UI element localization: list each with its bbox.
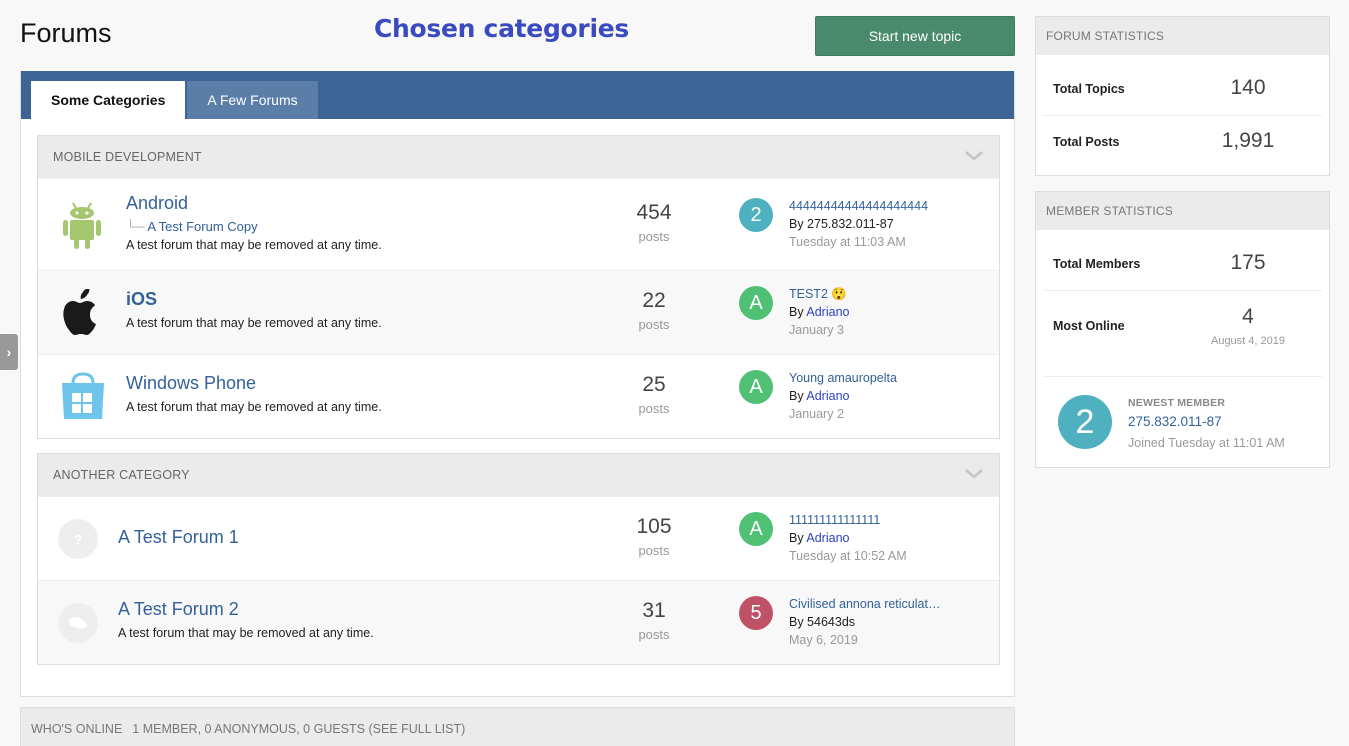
member-statistics-title: MEMBER STATISTICS: [1036, 192, 1329, 230]
newest-member-name[interactable]: 275.832.011-87: [1128, 414, 1222, 429]
post-count-label: posts: [638, 543, 670, 558]
post-count-label: posts: [638, 401, 670, 416]
whos-online-summary: 1 MEMBER, 0 ANONYMOUS, 0 GUESTS: [132, 722, 365, 736]
whos-online-label: WHO'S ONLINE: [31, 722, 123, 736]
see-full-list-link[interactable]: (SEE FULL LIST): [368, 722, 465, 736]
last-post-author: By 275.832.011-87: [789, 217, 894, 231]
forum-title[interactable]: iOS: [126, 289, 157, 310]
avatar[interactable]: 2: [1058, 395, 1112, 449]
chevron-right-icon: ›: [6, 344, 12, 360]
subforum-link[interactable]: └─ A Test Forum Copy: [126, 219, 258, 234]
post-count: 25: [642, 373, 666, 396]
total-members-row: Total Members 175: [1043, 230, 1322, 291]
post-count: 31: [642, 599, 666, 622]
total-posts-label: Total Posts: [1053, 135, 1120, 149]
tab-bar: Some Categories A Few Forums: [21, 71, 1014, 119]
chevron-down-icon[interactable]: [965, 148, 983, 166]
last-post-title[interactable]: 111111111111111: [789, 513, 880, 527]
post-count: 454: [636, 201, 672, 224]
most-online-label: Most Online: [1053, 319, 1125, 333]
most-online-value: 4: [1242, 305, 1254, 328]
post-count: 105: [636, 515, 672, 538]
last-post-title[interactable]: Civilised annona reticulat…: [789, 597, 940, 611]
newest-member: 2 NEWEST MEMBER 275.832.011-87 Joined Tu…: [1036, 377, 1329, 469]
forum-statistics-box: FORUM STATISTICS Total Topics 140 Total …: [1035, 16, 1330, 176]
last-post-author: By Adriano: [789, 531, 850, 545]
apple-icon: [60, 288, 104, 342]
total-posts-row: Total Posts 1,991: [1043, 116, 1322, 175]
total-topics-row: Total Topics 140: [1043, 55, 1322, 116]
avatar[interactable]: A: [739, 370, 773, 404]
last-post-date: January 3: [789, 323, 844, 337]
last-post-date: May 6, 2019: [789, 633, 858, 647]
tab-a-few-forums[interactable]: A Few Forums: [187, 81, 318, 119]
post-count: 22: [642, 289, 666, 312]
android-icon: [60, 201, 104, 256]
last-post-date: January 2: [789, 407, 844, 421]
author-link[interactable]: Adriano: [806, 389, 849, 403]
member-statistics-box: MEMBER STATISTICS Total Members 175 Most…: [1035, 191, 1330, 468]
start-new-topic-button[interactable]: Start new topic: [815, 16, 1015, 56]
whos-online-bar: WHO'S ONLINE 1 MEMBER, 0 ANONYMOUS, 0 GUE…: [20, 707, 1015, 746]
post-count-label: posts: [638, 317, 670, 332]
forum-description: A test forum that may be removed at any …: [118, 626, 374, 640]
last-post-title[interactable]: Young amauropelta: [789, 371, 897, 385]
last-post-author: By Adriano: [789, 389, 850, 403]
category-title: MOBILE DEVELOPMENT: [53, 150, 202, 164]
last-post-author: By 54643ds: [789, 615, 856, 629]
last-post-title[interactable]: 44444444444444444444: [789, 199, 928, 213]
svg-text:?: ?: [74, 532, 82, 547]
last-post-title[interactable]: TEST2 😲: [789, 287, 847, 302]
forum-title[interactable]: Windows Phone: [126, 373, 256, 394]
author-link[interactable]: Adriano: [806, 531, 849, 545]
forum-title[interactable]: Android: [126, 193, 188, 214]
avatar[interactable]: A: [739, 286, 773, 320]
total-topics-value: 140: [1230, 76, 1266, 99]
total-members-label: Total Members: [1053, 257, 1141, 271]
newest-member-joined: Joined Tuesday at 11:01 AM: [1128, 436, 1285, 450]
category-another-category: ANOTHER CATEGORY ? A Test Forum 1 105 po…: [37, 453, 1000, 665]
forum-row-test-forum-1: ? A Test Forum 1 105 posts A 11111111111…: [38, 496, 999, 580]
avatar[interactable]: A: [739, 512, 773, 546]
forum-row-android: Android └─ A Test Forum Copy A test foru…: [38, 178, 999, 270]
page-title: Forums: [20, 18, 112, 48]
forum-statistics-title: FORUM STATISTICS: [1036, 17, 1329, 55]
surprised-emoji-icon: 😲: [831, 287, 847, 301]
most-online-date: August 4, 2019: [1210, 335, 1285, 347]
forum-description: A test forum that may be removed at any …: [126, 238, 382, 252]
forum-row-windows-phone: Windows Phone A test forum that may be r…: [38, 354, 999, 438]
post-count-label: posts: [638, 229, 670, 244]
post-count-label: posts: [638, 627, 670, 642]
last-post-date: Tuesday at 11:03 AM: [789, 235, 906, 249]
last-post-author: By Adriano: [789, 305, 850, 319]
last-post-date: Tuesday at 10:52 AM: [789, 549, 907, 563]
category-header[interactable]: ANOTHER CATEGORY: [38, 454, 999, 496]
forum-description: A test forum that may be removed at any …: [126, 316, 382, 330]
forum-row-test-forum-2: A Test Forum 2 A test forum that may be …: [38, 580, 999, 664]
forum-title[interactable]: A Test Forum 2: [118, 599, 239, 620]
forum-description: A test forum that may be removed at any …: [126, 400, 382, 414]
total-posts-value: 1,991: [1221, 129, 1275, 152]
windows-store-icon: [60, 371, 106, 426]
most-online-row: Most Online 4 August 4, 2019: [1043, 291, 1322, 377]
annotation-text: Chosen categories: [374, 14, 629, 43]
tab-some-categories[interactable]: Some Categories: [31, 81, 186, 119]
question-icon: ?: [58, 519, 98, 564]
category-mobile-development: MOBILE DEVELOPMENT Android └─ A Test For…: [37, 135, 1000, 439]
total-members-value: 175: [1230, 251, 1266, 274]
category-title: ANOTHER CATEGORY: [53, 468, 190, 482]
sidebar-toggle[interactable]: ›: [0, 334, 18, 370]
forum-title[interactable]: A Test Forum 1: [118, 527, 239, 548]
chat-bubbles-icon: [58, 603, 98, 648]
author-link[interactable]: Adriano: [806, 305, 849, 319]
chevron-down-icon[interactable]: [965, 466, 983, 484]
category-header[interactable]: MOBILE DEVELOPMENT: [38, 136, 999, 178]
forum-row-ios: iOS A test forum that may be removed at …: [38, 270, 999, 354]
forum-panel: Some Categories A Few Forums MOBILE DEVE…: [20, 71, 1015, 697]
newest-member-label: NEWEST MEMBER: [1128, 397, 1226, 409]
avatar[interactable]: 5: [739, 596, 773, 630]
avatar[interactable]: 2: [739, 198, 773, 232]
total-topics-label: Total Topics: [1053, 82, 1125, 96]
